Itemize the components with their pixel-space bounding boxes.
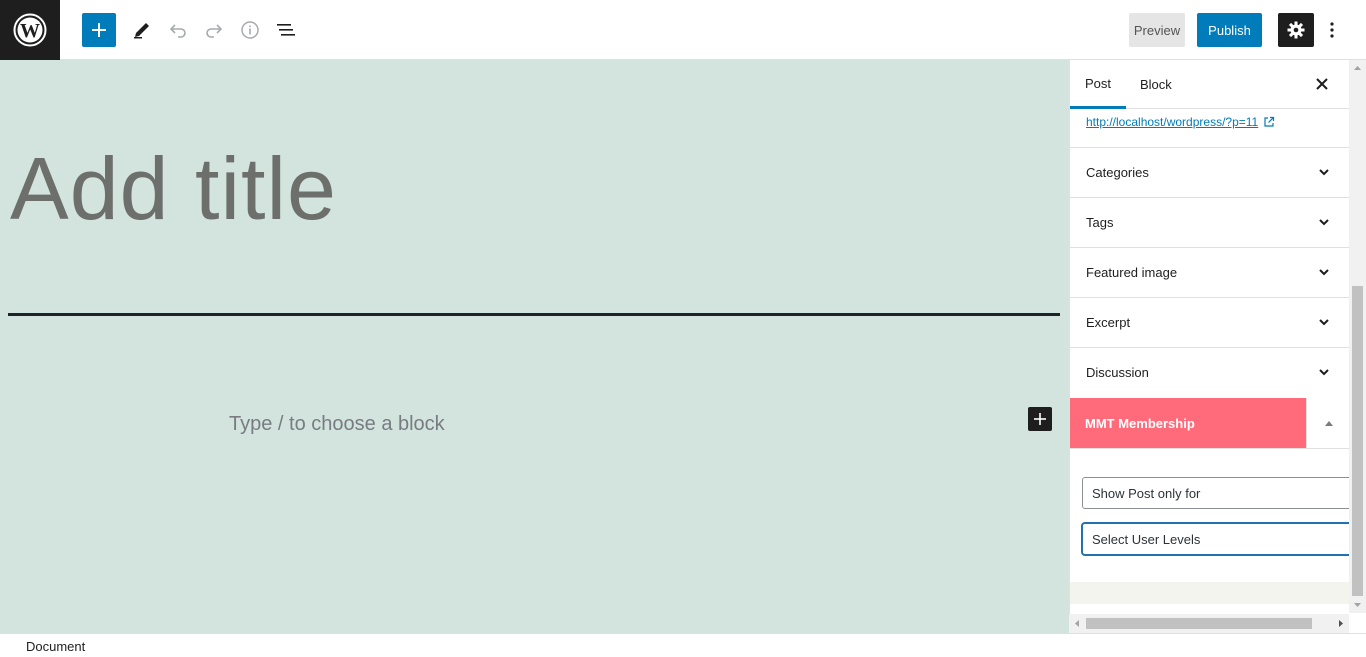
wordpress-logo-icon[interactable]: W [0, 0, 60, 60]
chevron-down-icon [1319, 369, 1329, 376]
sidebar-vertical-scrollbar[interactable] [1349, 60, 1366, 613]
tab-block[interactable]: Block [1125, 60, 1187, 109]
plus-icon [92, 23, 106, 37]
details-button[interactable] [232, 12, 268, 48]
sidebar-horizontal-scrollbar[interactable] [1069, 614, 1349, 633]
vertical-scroll-thumb[interactable] [1352, 286, 1363, 596]
redo-icon [206, 24, 223, 38]
external-link-icon [1264, 116, 1275, 127]
more-options-button[interactable] [1322, 13, 1342, 47]
permalink-link[interactable]: http://localhost/wordpress/?p=11 [1086, 115, 1275, 129]
membership-panel-footer [1070, 582, 1350, 604]
redo-button[interactable] [196, 12, 232, 48]
membership-panel-toggle[interactable] [1306, 398, 1350, 448]
permalink-text: http://localhost/wordpress/?p=11 [1086, 115, 1259, 129]
undo-icon [169, 24, 186, 38]
close-sidebar-button[interactable] [1310, 72, 1334, 96]
chevron-down-icon [1319, 169, 1329, 176]
editor-canvas: Add title Type / to choose a block [0, 60, 1069, 633]
preview-button[interactable]: Preview [1129, 13, 1185, 47]
chevron-down-icon [1319, 319, 1329, 326]
settings-button[interactable] [1278, 13, 1314, 47]
pencil-icon [134, 23, 149, 39]
close-icon [1316, 78, 1328, 90]
publish-button[interactable]: Publish [1197, 13, 1262, 47]
gear-icon [1287, 21, 1305, 39]
title-underline [8, 313, 1060, 316]
scroll-up-arrow-icon[interactable] [1349, 60, 1366, 77]
panel-label: Discussion [1086, 365, 1149, 380]
scroll-left-arrow-icon[interactable] [1069, 614, 1086, 633]
tools-button[interactable] [124, 12, 160, 48]
panel-featured-image[interactable]: Featured image [1070, 247, 1350, 297]
list-view-button[interactable] [268, 12, 304, 48]
sidebar-tabs: Post Block [1070, 60, 1350, 109]
membership-panel-header[interactable]: MMT Membership [1070, 398, 1306, 448]
info-icon [241, 21, 259, 39]
panel-label: Featured image [1086, 265, 1178, 280]
post-title-input[interactable]: Add title [10, 138, 337, 240]
inline-add-block-button[interactable] [1028, 407, 1052, 431]
scroll-down-arrow-icon[interactable] [1349, 596, 1366, 613]
panel-label: Tags [1086, 215, 1114, 230]
horizontal-scroll-thumb[interactable] [1086, 618, 1312, 629]
breadcrumb-document[interactable]: Document [26, 639, 85, 654]
editor-footer: Document [0, 633, 1366, 657]
add-block-button[interactable] [82, 13, 116, 47]
list-view-icon [277, 24, 295, 36]
panel-label: Categories [1086, 165, 1149, 180]
panel-label: Excerpt [1086, 315, 1131, 330]
panel-tags[interactable]: Tags [1070, 197, 1350, 247]
block-appender-prompt[interactable]: Type / to choose a block [229, 413, 445, 436]
caret-up-icon [1324, 421, 1333, 426]
user-levels-select[interactable]: Select User Levels [1082, 523, 1352, 555]
membership-panel-body: Show Post only for Select User Levels [1070, 448, 1352, 582]
undo-button[interactable] [160, 12, 196, 48]
panel-discussion[interactable]: Discussion [1070, 347, 1350, 397]
svg-text:W: W [20, 20, 40, 42]
editor-header: W Preview Publish [0, 0, 1366, 60]
more-vertical-icon [1330, 22, 1334, 38]
show-post-select[interactable]: Show Post only for [1082, 477, 1352, 509]
scroll-right-arrow-icon[interactable] [1332, 614, 1349, 633]
tab-post[interactable]: Post [1070, 60, 1127, 109]
chevron-down-icon [1319, 219, 1329, 226]
settings-sidebar: Post Block http://localhost/wordpress/?p… [1069, 60, 1366, 633]
panel-categories[interactable]: Categories [1070, 147, 1350, 197]
chevron-down-icon [1319, 269, 1329, 276]
panel-excerpt[interactable]: Excerpt [1070, 297, 1350, 347]
plus-icon [1034, 413, 1046, 425]
